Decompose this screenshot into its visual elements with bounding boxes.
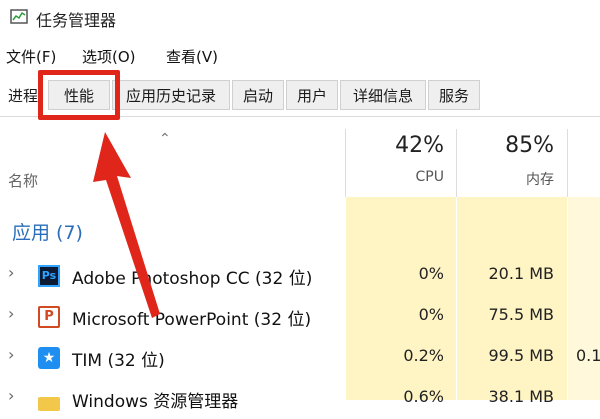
process-name: TIM (32 位) [72,351,165,371]
process-memory: 20.1 MB [488,264,555,283]
column-divider[interactable] [567,129,568,197]
column-divider[interactable] [456,129,457,197]
tab-services[interactable]: 服务 [428,80,480,110]
process-cpu: 0% [418,264,444,283]
process-memory: 75.5 MB [488,305,555,324]
expand-chevron-icon[interactable]: › [8,386,14,405]
memory-percent: 85% [505,133,554,158]
process-name: Adobe Photoshop CC (32 位) [72,269,313,289]
photoshop-icon: Ps [38,265,60,287]
column-divider[interactable] [345,129,346,197]
tab-details[interactable]: 详细信息 [340,80,426,110]
window-title: 任务管理器 [36,11,117,30]
column-memory[interactable]: 内存 [526,169,554,189]
cpu-percent: 42% [395,133,444,158]
group-apps-title[interactable]: 应用 (7) [12,218,83,245]
process-extra-column: 0.1 [576,346,600,365]
menu-bar: 文件(F) 选项(O) 查看(V) [0,46,600,70]
tim-icon: ★ [38,347,60,369]
menu-file[interactable]: 文件(F) [6,46,56,67]
task-manager-icon [10,9,28,24]
expand-chevron-icon[interactable]: › [8,304,14,323]
expand-chevron-icon[interactable]: › [8,345,14,364]
menu-view[interactable]: 查看(V) [166,46,218,67]
tab-startup[interactable]: 启动 [232,80,284,110]
table-row[interactable]: › Windows 资源管理器 0.6% 38.1 MB [0,379,600,419]
expand-chevron-icon[interactable]: › [8,263,14,282]
table-row[interactable]: › ★ TIM (32 位) 0.2% 99.5 MB 0.1 [0,338,600,378]
menu-options[interactable]: 选项(O) [82,46,136,67]
tab-users[interactable]: 用户 [286,80,338,110]
title-bar: 任务管理器 [0,0,600,38]
process-cpu: 0.6% [403,387,444,406]
column-cpu[interactable]: CPU [416,169,444,185]
tab-app-history[interactable]: 应用历史记录 [112,80,230,110]
process-memory: 99.5 MB [488,346,555,365]
process-memory: 38.1 MB [488,387,555,406]
process-name: Microsoft PowerPoint (32 位) [72,310,312,330]
process-cpu: 0.2% [403,346,444,365]
powerpoint-icon: P [38,306,60,328]
folder-icon [38,397,60,411]
sort-caret-icon[interactable]: ⌃ [159,131,171,147]
table-row[interactable]: › P Microsoft PowerPoint (32 位) 0% 75.5 … [0,297,600,337]
column-name[interactable]: 名称 [8,170,38,191]
highlight-box [38,70,120,120]
column-header: ⌃ 名称 42% CPU 85% 内存 [0,117,600,197]
table-row[interactable]: › Ps Adobe Photoshop CC (32 位) 0% 20.1 M… [0,256,600,296]
process-cpu: 0% [418,305,444,324]
